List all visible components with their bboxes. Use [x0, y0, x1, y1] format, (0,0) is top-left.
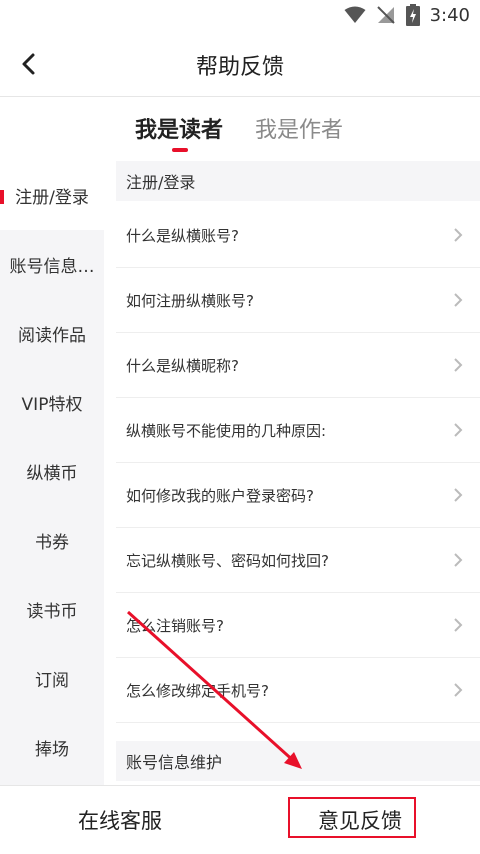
sidebar-item-label: 捧场 [35, 740, 69, 760]
faq-item[interactable]: 如何注册纵横账号? [116, 268, 480, 333]
sidebar-item-label: VIP特权 [21, 395, 83, 415]
annotation-highlight-box [288, 797, 416, 838]
faq-item[interactable]: 忘记纵横账号、密码如何找回? [116, 528, 480, 593]
faq-item[interactable]: 什么是纵横账号? [116, 203, 480, 268]
chevron-right-icon [454, 293, 463, 307]
app-bar: 帮助反馈 [0, 32, 480, 97]
faq-item[interactable]: 如何修改我的账户登录密码? [116, 463, 480, 528]
active-indicator [0, 190, 4, 204]
online-service-button[interactable]: 在线客服 [0, 786, 240, 854]
sidebar-item-label: 账号信息… [9, 257, 95, 277]
status-icons: 3:40 [344, 4, 470, 26]
chevron-right-icon [454, 553, 463, 567]
status-bar: 3:40 [0, 0, 480, 32]
faq-question: 纵横账号不能使用的几种原因: [126, 421, 327, 440]
faq-question: 怎么注销账号? [126, 616, 224, 635]
sidebar-item-subscription[interactable]: 订阅 [0, 644, 104, 713]
role-tabs: 我是读者 我是作者 [0, 97, 480, 161]
sidebar-item-vip[interactable]: VIP特权 [0, 368, 104, 437]
sidebar-item-coins[interactable]: 纵横币 [0, 437, 104, 506]
faq-item[interactable]: 纵横账号不能使用的几种原因: [116, 398, 480, 463]
faq-list[interactable]: 注册/登录 什么是纵横账号? 如何注册纵横账号? 什么是纵横昵称? 纵横账号不能… [104, 161, 480, 785]
chevron-right-icon [454, 683, 463, 697]
faq-question: 如何注册纵横账号? [126, 291, 254, 310]
sidebar-item-reading[interactable]: 阅读作品 [0, 299, 104, 368]
faq-item[interactable]: 什么是纵横昵称? [116, 333, 480, 398]
sidebar-item-account-info[interactable]: 账号信息… [0, 230, 104, 299]
status-time: 3:40 [429, 4, 470, 26]
tab-author[interactable]: 我是作者 [255, 112, 343, 144]
active-tab-indicator [172, 148, 188, 152]
faq-question: 什么是纵横昵称? [126, 356, 239, 375]
faq-item[interactable]: 怎么修改绑定手机号? [116, 658, 480, 723]
section-header: 账号信息维护 [116, 741, 480, 781]
section-header: 注册/登录 [116, 161, 480, 201]
faq-item[interactable]: 怎么注销账号? [116, 593, 480, 658]
faq-question: 如何修改我的账户登录密码? [126, 486, 314, 505]
chevron-right-icon [454, 488, 463, 502]
sidebar-item-label: 书券 [35, 533, 69, 553]
sidebar-item-label: 订阅 [35, 671, 69, 691]
faq-question: 怎么修改绑定手机号? [126, 681, 269, 700]
tab-reader[interactable]: 我是读者 [135, 112, 223, 144]
sidebar-item-reading-coins[interactable]: 读书币 [0, 575, 104, 644]
signal-off-icon [376, 6, 395, 24]
sidebar-item-label: 注册/登录 [15, 188, 89, 208]
sidebar-item-label: 阅读作品 [18, 326, 86, 346]
sidebar-item-support[interactable]: 捧场 [0, 713, 104, 782]
chevron-right-icon [454, 228, 463, 242]
battery-charging-icon [405, 4, 420, 26]
faq-question: 什么是纵横账号? [126, 226, 239, 245]
chevron-right-icon [454, 358, 463, 372]
sidebar-item-label: 读书币 [26, 602, 78, 622]
faq-question: 忘记纵横账号、密码如何找回? [126, 551, 329, 570]
sidebar-item-register-login[interactable]: 注册/登录 [0, 161, 104, 230]
chevron-right-icon [454, 618, 463, 632]
sidebar-item-vouchers[interactable]: 书券 [0, 506, 104, 575]
page-title: 帮助反馈 [195, 55, 284, 80]
chevron-right-icon [454, 423, 463, 437]
category-sidebar: 注册/登录 账号信息… 阅读作品 VIP特权 纵横币 书券 读书币 订阅 捧场 [0, 161, 104, 785]
wifi-icon [344, 6, 366, 23]
sidebar-item-label: 纵横币 [26, 464, 78, 484]
